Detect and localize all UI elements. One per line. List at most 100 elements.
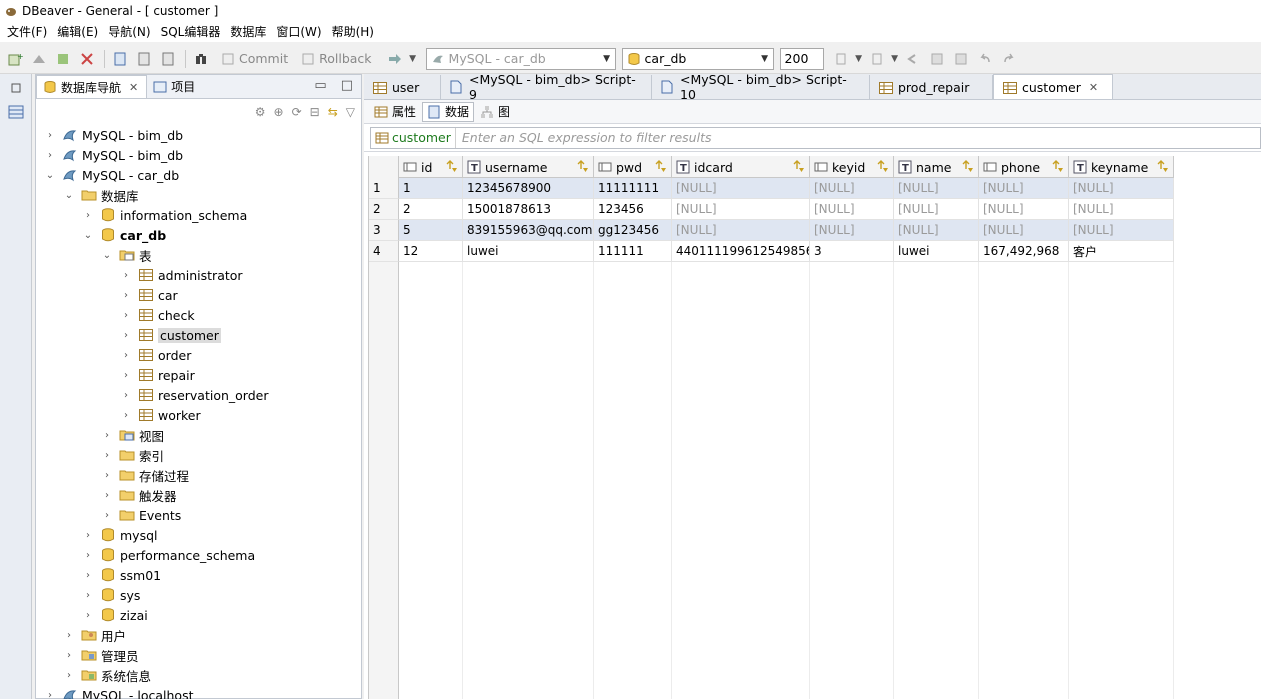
format-icon[interactable]	[830, 48, 852, 70]
tree-node[interactable]: › 存储过程	[101, 465, 189, 485]
subtab-diagram[interactable]: 图	[476, 102, 514, 122]
chevron-down-icon[interactable]: ⌄	[44, 170, 56, 181]
reconnect-button[interactable]	[52, 48, 74, 70]
column-header-id[interactable]: id	[399, 156, 463, 178]
cell-idcard[interactable]: 440111199612549856	[672, 241, 810, 262]
tree-node[interactable]: ⌄ 表	[101, 245, 152, 265]
cell-keyname[interactable]: [NULL]	[1069, 178, 1174, 199]
save-icon[interactable]	[926, 48, 948, 70]
column-header-pwd[interactable]: pwd	[594, 156, 672, 178]
tree-node[interactable]: › worker	[120, 405, 201, 425]
menu-help[interactable]: 帮助(H)	[327, 22, 379, 42]
tree-node[interactable]: › Events	[101, 505, 181, 525]
new-connection-button[interactable]: +	[4, 48, 26, 70]
filter-input[interactable]: Enter an SQL expression to filter result…	[456, 130, 712, 145]
sort-filter-icon[interactable]	[576, 160, 590, 174]
tree-node[interactable]: › information_schema	[82, 205, 247, 225]
chevron-right-icon[interactable]: ›	[120, 370, 132, 381]
cell-phone[interactable]: [NULL]	[979, 199, 1069, 220]
tree-node[interactable]: › customer	[120, 325, 221, 345]
cell-username[interactable]: 839155963@qq.com	[463, 220, 594, 241]
tree-node[interactable]: › MySQL - bim_db	[44, 125, 183, 145]
chevron-right-icon[interactable]: ›	[82, 210, 94, 221]
row-number[interactable]: 1	[369, 178, 399, 199]
cell-phone[interactable]: [NULL]	[979, 178, 1069, 199]
row-number[interactable]: 3	[369, 220, 399, 241]
connection-combo[interactable]: MySQL - car_db ▼	[425, 47, 616, 70]
tree-node[interactable]: › administrator	[120, 265, 243, 285]
result-limit-input[interactable]: 200	[779, 47, 824, 70]
chevron-right-icon[interactable]: ›	[82, 550, 94, 561]
menu-database[interactable]: 数据库	[225, 22, 271, 42]
chevron-right-icon[interactable]: ›	[82, 590, 94, 601]
editor-tab-active[interactable]: customer ✕	[993, 74, 1113, 99]
chevron-right-icon[interactable]: ›	[120, 290, 132, 301]
cell-keyid[interactable]: [NULL]	[810, 220, 894, 241]
tree-node[interactable]: › MySQL - bim_db	[44, 145, 183, 165]
transaction-mode-icon[interactable]	[190, 48, 212, 70]
sql-editor-button[interactable]	[109, 48, 131, 70]
tree-node[interactable]: › check	[120, 305, 195, 325]
save-all-icon[interactable]	[950, 48, 972, 70]
tree-node[interactable]: › 管理员	[63, 645, 139, 665]
tree-node[interactable]: › 系统信息	[63, 665, 151, 685]
redo-icon[interactable]	[998, 48, 1020, 70]
tree-node[interactable]: › reservation_order	[120, 385, 268, 405]
chevron-right-icon[interactable]: ›	[63, 630, 75, 641]
chevron-right-icon[interactable]: ›	[101, 450, 113, 461]
cell-pwd[interactable]: 11111111	[594, 178, 672, 199]
sort-filter-icon[interactable]	[792, 160, 806, 174]
cell-keyid[interactable]: [NULL]	[810, 178, 894, 199]
row-number[interactable]: 2	[369, 199, 399, 220]
tree-node[interactable]: › sys	[82, 585, 140, 605]
cell-keyname[interactable]: [NULL]	[1069, 220, 1174, 241]
menu-sql-editor[interactable]: SQL编辑器	[156, 22, 226, 42]
link-with-editor-icon[interactable]: ⇆	[328, 105, 338, 119]
tab-projects[interactable]: 项目	[147, 75, 203, 98]
chevron-right-icon[interactable]: ›	[120, 350, 132, 361]
column-header-name[interactable]: Tname	[894, 156, 979, 178]
new-script-button[interactable]	[133, 48, 155, 70]
editor-tab-1[interactable]: <MySQL - bim_db> Script-9	[441, 72, 652, 102]
chevron-right-icon[interactable]: ›	[120, 410, 132, 421]
table-row[interactable]: 3 5 839155963@qq.com gg123456 [NULL] [NULL] [N…	[369, 220, 1174, 241]
chevron-right-icon[interactable]: ›	[120, 390, 132, 401]
tree-node[interactable]: › repair	[120, 365, 195, 385]
sort-filter-icon[interactable]	[876, 160, 890, 174]
database-combo[interactable]: car_db ▼	[621, 47, 774, 70]
collapse-all-icon[interactable]: ⊟	[310, 105, 320, 119]
column-header-phone[interactable]: phone	[979, 156, 1069, 178]
chevron-right-icon[interactable]: ›	[101, 490, 113, 501]
filter-input-box[interactable]: customer Enter an SQL expression to filt…	[370, 126, 1261, 149]
tree-node[interactable]: › zizai	[82, 605, 148, 625]
tree-node[interactable]: › 视图	[101, 425, 164, 445]
editor-tab-2[interactable]: <MySQL - bim_db> Script-10	[652, 72, 870, 102]
subtab-properties[interactable]: 属性	[370, 102, 420, 122]
cell-phone[interactable]: 167,492,968	[979, 241, 1069, 262]
chevron-right-icon[interactable]: ›	[63, 670, 75, 681]
close-icon[interactable]: ✕	[1089, 81, 1098, 94]
sort-filter-icon[interactable]	[1156, 160, 1170, 174]
cell-id[interactable]: 1	[399, 178, 463, 199]
dropdown-arrow-icon[interactable]: ▼	[854, 48, 864, 70]
back-icon[interactable]	[902, 48, 924, 70]
tree-node[interactable]: › car	[120, 285, 178, 305]
execute-arrow-icon[interactable]	[384, 48, 406, 70]
subtab-data[interactable]: 数据	[422, 101, 475, 122]
sort-filter-icon[interactable]	[1051, 160, 1065, 174]
chevron-right-icon[interactable]: ›	[120, 270, 132, 281]
tree-node[interactable]: › MySQL - localhost	[44, 685, 194, 699]
cell-username[interactable]: luwei	[463, 241, 594, 262]
table-row[interactable]: 1 1 12345678900 11111111 [NULL] [NULL] [NULL][…	[369, 178, 1174, 199]
tab-database-navigator[interactable]: 数据库导航 ✕	[36, 75, 148, 98]
cell-username[interactable]: 12345678900	[463, 178, 594, 199]
cell-pwd[interactable]: gg123456	[594, 220, 672, 241]
chevron-right-icon[interactable]: ›	[82, 570, 94, 581]
cell-pwd[interactable]: 111111	[594, 241, 672, 262]
view-menu-icon[interactable]: ▽	[346, 105, 355, 119]
chevron-right-icon[interactable]: ›	[120, 330, 132, 341]
cell-keyname[interactable]: 客户	[1069, 241, 1174, 262]
chevron-right-icon[interactable]: ›	[101, 510, 113, 521]
chevron-right-icon[interactable]: ›	[120, 310, 132, 321]
cell-id[interactable]: 12	[399, 241, 463, 262]
